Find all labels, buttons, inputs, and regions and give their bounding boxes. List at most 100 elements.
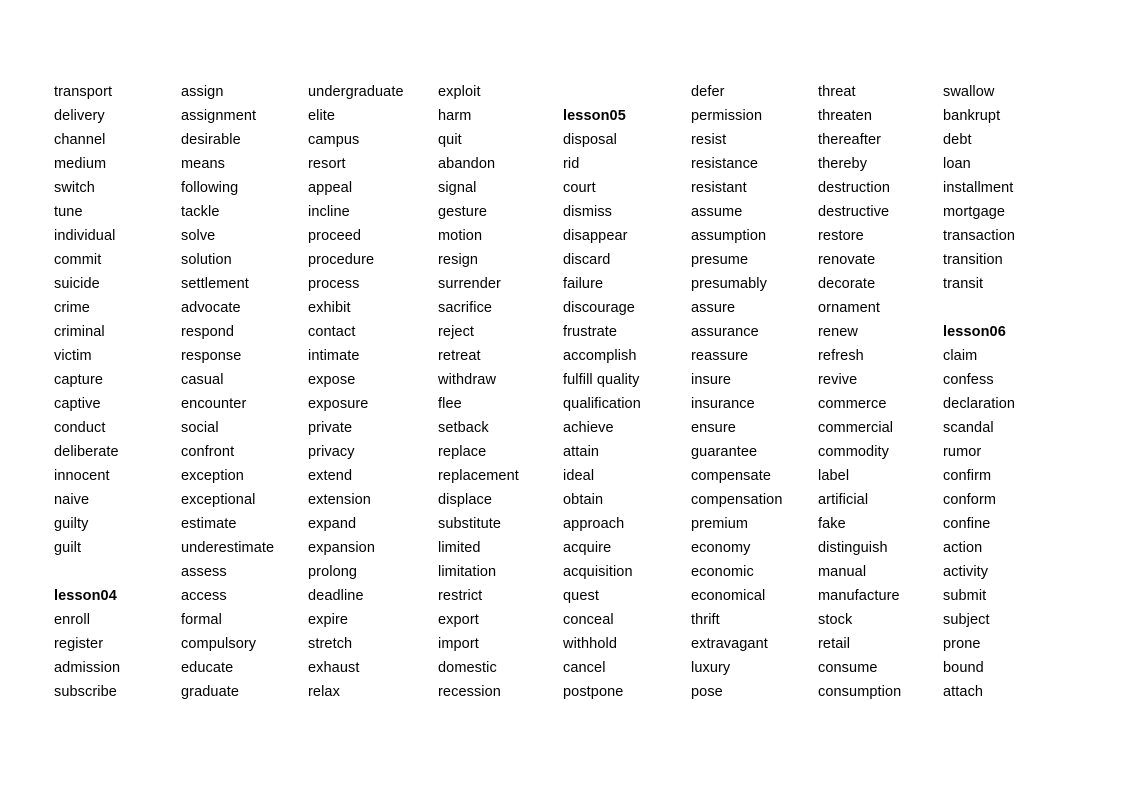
word-item: tackle xyxy=(181,204,220,220)
word-item: assess xyxy=(181,564,227,580)
word-item: import xyxy=(438,636,479,652)
word-item: proceed xyxy=(308,228,362,244)
word-item: formal xyxy=(181,612,222,628)
word-item: commit xyxy=(54,252,102,268)
word-item: conduct xyxy=(54,420,106,436)
word-item: advocate xyxy=(181,300,241,316)
word-item: scandal xyxy=(943,420,994,436)
word-item: decorate xyxy=(818,276,876,292)
word-item: economic xyxy=(691,564,754,580)
word-item: assign xyxy=(181,84,224,100)
word-item: claim xyxy=(943,348,978,364)
word-item: failure xyxy=(563,276,604,292)
word-item: estimate xyxy=(181,516,237,532)
word-item: exposure xyxy=(308,396,369,412)
word-item: defer xyxy=(691,84,725,100)
word-item: premium xyxy=(691,516,749,532)
word-item: qualification xyxy=(563,396,641,412)
word-item: court xyxy=(563,180,596,196)
word-item: admission xyxy=(54,660,121,676)
word-item: guarantee xyxy=(691,444,758,460)
word-item: renovate xyxy=(818,252,876,268)
word-item: limitation xyxy=(438,564,497,580)
word-item: subject xyxy=(943,612,990,628)
word-item: postpone xyxy=(563,684,624,700)
word-item: thrift xyxy=(691,612,720,628)
word-item: stock xyxy=(818,612,853,628)
word-item: resistance xyxy=(691,156,759,172)
word-item: guilty xyxy=(54,516,89,532)
word-item: luxury xyxy=(691,660,731,676)
word-item: intimate xyxy=(308,348,360,364)
word-item: underestimate xyxy=(181,540,275,556)
word-item: deadline xyxy=(308,588,364,604)
word-item: consumption xyxy=(818,684,902,700)
word-item: channel xyxy=(54,132,106,148)
word-item: respond xyxy=(181,324,235,340)
word-item: loan xyxy=(943,156,971,172)
word-item: retreat xyxy=(438,348,481,364)
word-item: switch xyxy=(54,180,95,196)
word-item: substitute xyxy=(438,516,502,532)
word-item: relax xyxy=(308,684,340,700)
word-item: declaration xyxy=(943,396,1016,412)
lesson-heading: lesson05 xyxy=(563,108,626,124)
word-item: exploit xyxy=(438,84,481,100)
word-item: sacrifice xyxy=(438,300,493,316)
word-item: assignment xyxy=(181,108,257,124)
word-item: destructive xyxy=(818,204,890,220)
word-item: acquisition xyxy=(563,564,633,580)
word-item: swallow xyxy=(943,84,995,100)
word-item: recession xyxy=(438,684,501,700)
word-item: compulsory xyxy=(181,636,257,652)
word-item: casual xyxy=(181,372,224,388)
word-item: capture xyxy=(54,372,104,388)
word-item: installment xyxy=(943,180,1014,196)
word-item: incline xyxy=(308,204,350,220)
word-item: privacy xyxy=(308,444,355,460)
word-item: private xyxy=(308,420,353,436)
word-item: mortgage xyxy=(943,204,1006,220)
word-item: label xyxy=(818,468,850,484)
word-item: gesture xyxy=(438,204,488,220)
word-item: educate xyxy=(181,660,234,676)
word-item: access xyxy=(181,588,227,604)
word-item: suicide xyxy=(54,276,100,292)
word-item: activity xyxy=(943,564,989,580)
word-item: commodity xyxy=(818,444,889,460)
word-item: ensure xyxy=(691,420,736,436)
word-item: expose xyxy=(308,372,356,388)
word-item: subscribe xyxy=(54,684,117,700)
word-item: fake xyxy=(818,516,846,532)
word-item: bound xyxy=(943,660,984,676)
word-item: accomplish xyxy=(563,348,637,364)
word-item: captive xyxy=(54,396,101,412)
word-item: extension xyxy=(308,492,371,508)
word-item: stretch xyxy=(308,636,353,652)
word-item: debt xyxy=(943,132,972,148)
word-item: replacement xyxy=(438,468,519,484)
word-item: naive xyxy=(54,492,90,508)
word-item: resistant xyxy=(691,180,747,196)
word-item: delivery xyxy=(54,108,105,124)
word-item: settlement xyxy=(181,276,249,292)
word-column-1: transport delivery channel medium switch tune… xyxy=(54,80,181,704)
word-item: action xyxy=(943,540,983,556)
word-item: insure xyxy=(691,372,732,388)
word-item: elite xyxy=(308,108,336,124)
word-item: solve xyxy=(181,228,216,244)
word-column-6: defer permission resist resistance resistant… xyxy=(691,80,818,704)
word-item: confine xyxy=(943,516,991,532)
word-item: prone xyxy=(943,636,981,652)
word-item: undergraduate xyxy=(308,84,404,100)
word-item: exceptional xyxy=(181,492,256,508)
word-item: quest xyxy=(563,588,599,604)
word-column-8: swallow bankrupt debt loan installment mortga… xyxy=(943,80,1074,704)
word-item: appeal xyxy=(308,180,353,196)
word-item: process xyxy=(308,276,360,292)
word-column-2: assign assignment desirable means following t… xyxy=(181,80,308,704)
word-item: reject xyxy=(438,324,475,340)
word-item: crime xyxy=(54,300,90,316)
word-item: procedure xyxy=(308,252,375,268)
word-item: confirm xyxy=(943,468,992,484)
